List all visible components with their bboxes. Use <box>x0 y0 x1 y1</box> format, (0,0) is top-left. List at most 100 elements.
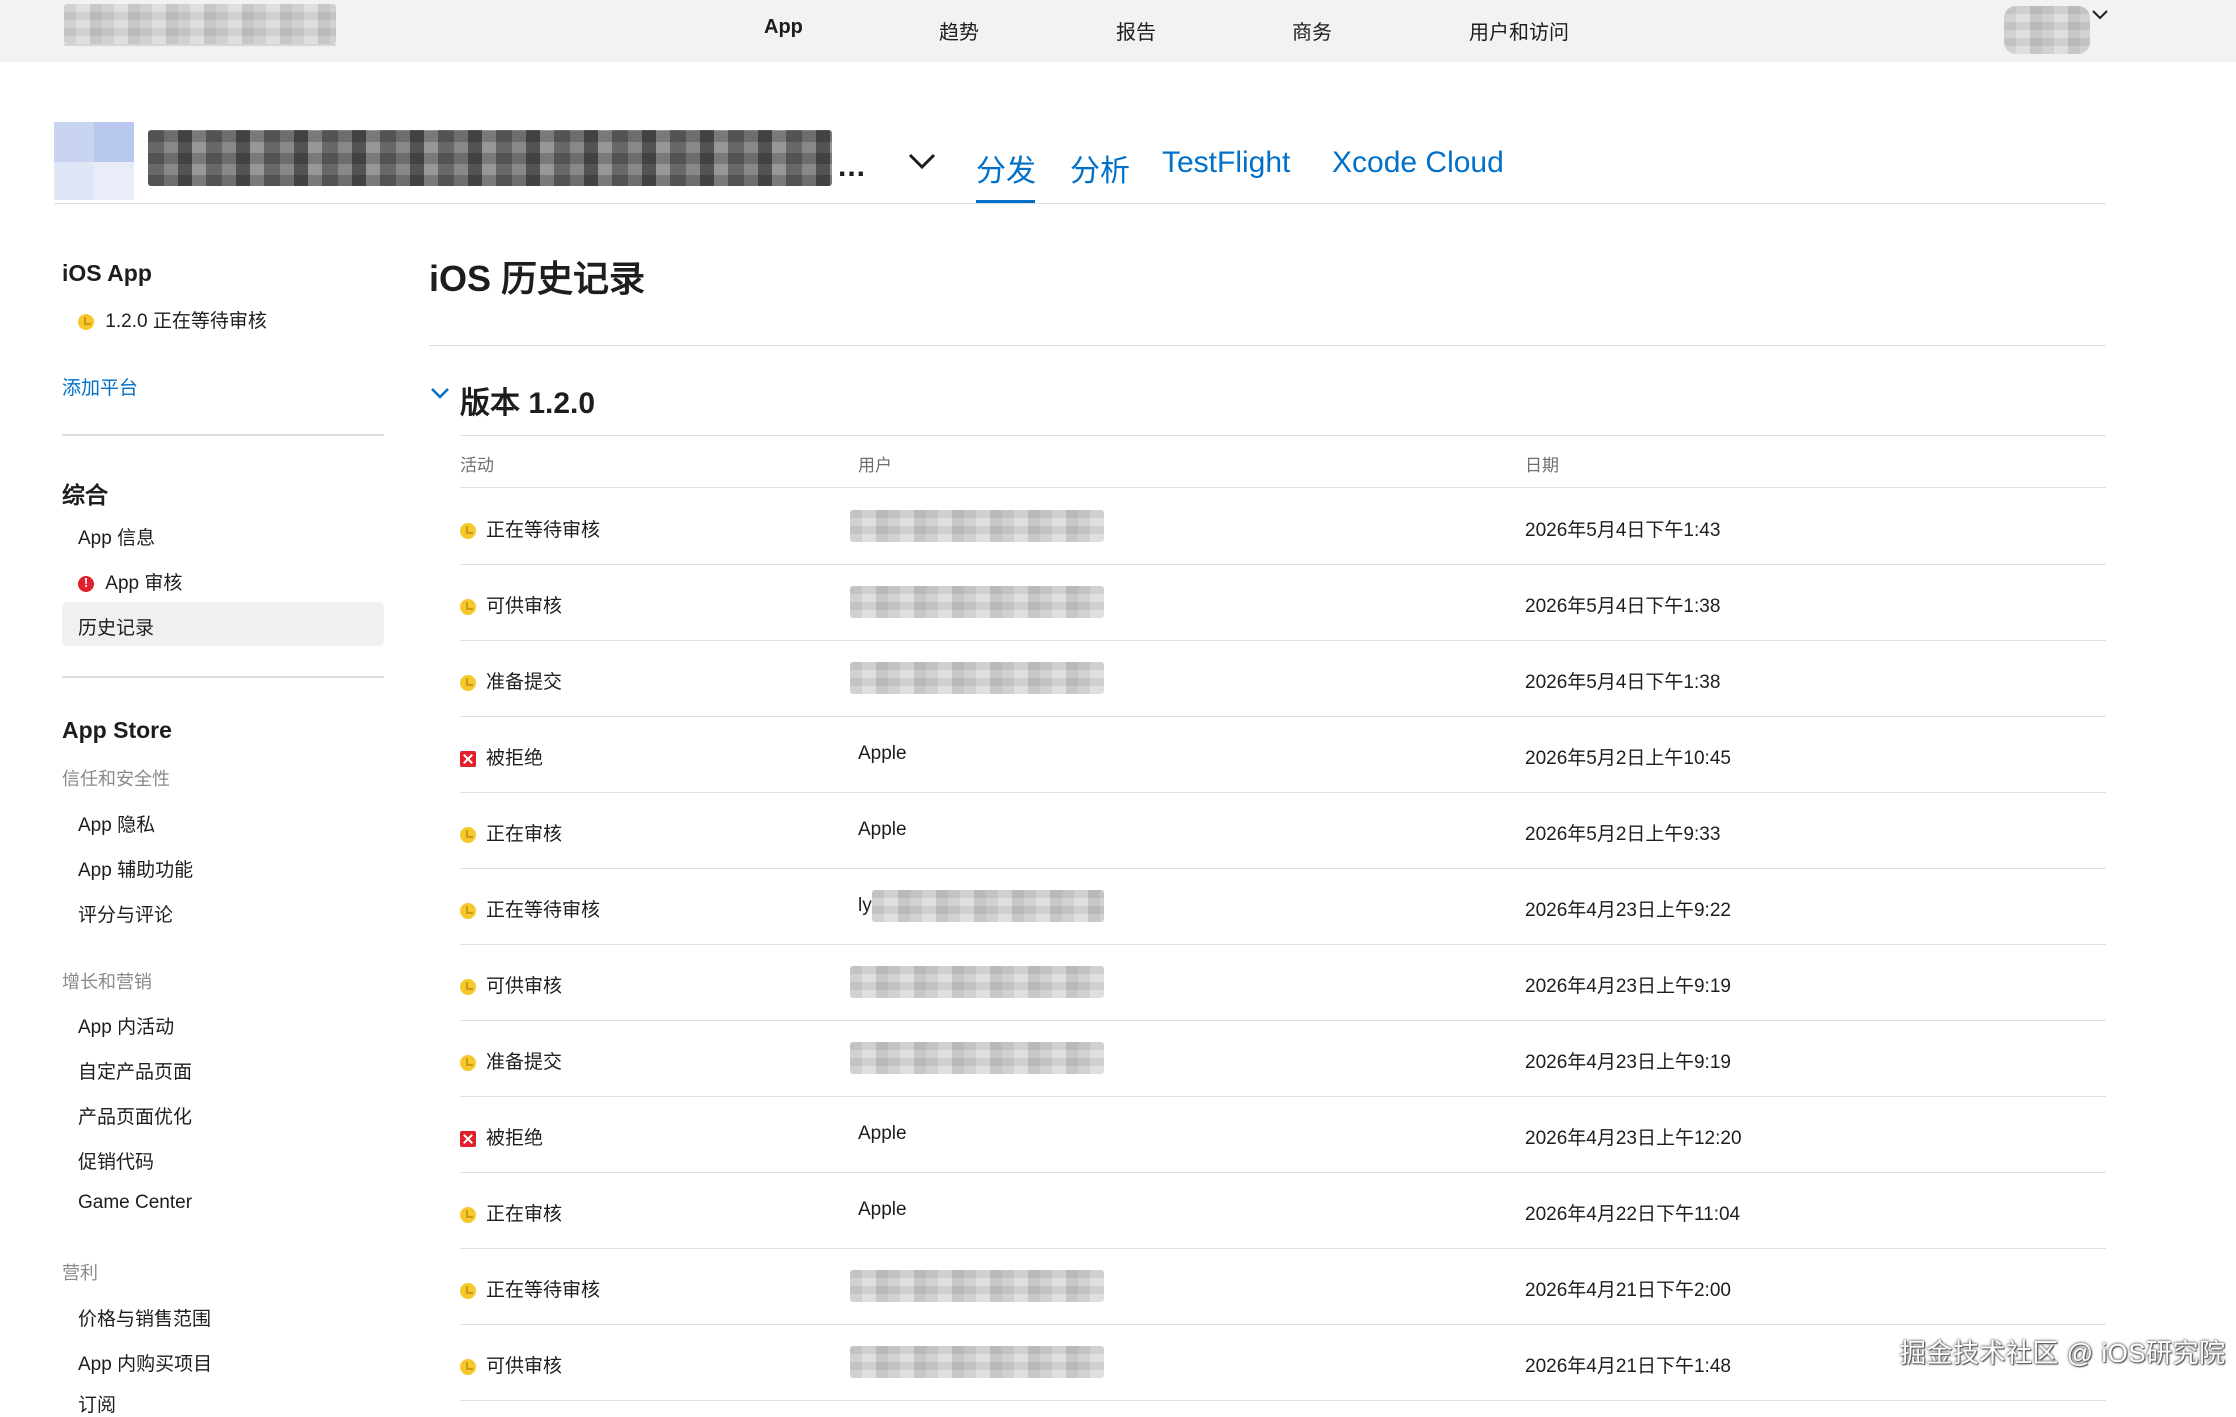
developer-logo[interactable] <box>64 4 336 44</box>
sidebar-item-app-info[interactable]: App 信息 <box>78 523 155 550</box>
sidebar-version-label: 1.2.0 正在等待审核 <box>105 311 267 332</box>
pending-clock-icon <box>78 313 94 330</box>
sidebar-item-subscriptions[interactable]: 订阅 <box>78 1390 116 1417</box>
sidebar-section-trust: 信任和安全性 <box>62 769 170 789</box>
user-cell: Apple <box>858 743 907 764</box>
tab-testflight[interactable]: TestFlight <box>1162 146 1290 180</box>
activity-cell: 被拒绝 <box>460 1123 543 1150</box>
activity-cell: 被拒绝 <box>460 743 543 770</box>
account-avatar[interactable] <box>2004 6 2090 54</box>
title-divider <box>429 345 2106 346</box>
date-cell: 2026年4月23日上午12:20 <box>1525 1128 1742 1149</box>
sidebar-item-custom-product-pages[interactable]: 自定产品页面 <box>78 1057 192 1084</box>
date-cell: 2026年5月4日下午1:38 <box>1525 672 1721 693</box>
app-name-ellipsis: ... <box>838 150 867 183</box>
table-row: 准备提交 2026年4月23日上午9:19 <box>460 1020 2106 1097</box>
table-row: 被拒绝 Apple 2026年5月2日上午10:45 <box>460 716 2106 793</box>
topnav-app[interactable]: App <box>764 16 803 39</box>
activity-label: 可供审核 <box>486 976 563 997</box>
pending-clock-icon <box>460 598 476 615</box>
pending-clock-icon <box>460 1358 476 1375</box>
date-cell: 2026年5月2日上午10:45 <box>1525 748 1731 769</box>
collapse-chevron-icon[interactable] <box>429 386 451 402</box>
topnav-reports[interactable]: 报告 <box>1116 16 1156 45</box>
chevron-down-icon[interactable] <box>2090 8 2110 22</box>
date-cell: 2026年5月4日下午1:38 <box>1525 596 1721 617</box>
sidebar-item-ratings[interactable]: 评分与评论 <box>78 900 173 927</box>
activity-label: 正在等待审核 <box>486 520 601 541</box>
activity-cell: 可供审核 <box>460 591 562 618</box>
activity-cell: 正在等待审核 <box>460 515 600 542</box>
date-cell: 2026年4月23日上午9:19 <box>1525 1052 1731 1073</box>
sidebar-item-app-review-label: App 审核 <box>105 573 183 594</box>
header-divider <box>54 203 2106 204</box>
pending-clock-icon <box>460 674 476 691</box>
activity-label: 正在等待审核 <box>486 900 601 921</box>
sidebar-general-title: 综合 <box>62 482 108 508</box>
activity-cell: 正在审核 <box>460 1199 562 1226</box>
table-row: 正在等待审核 2026年4月21日下午2:00 <box>460 1248 2106 1325</box>
sidebar-item-app-privacy[interactable]: App 隐私 <box>78 810 155 837</box>
activity-cell: 准备提交 <box>460 1047 562 1074</box>
topnav-users-access[interactable]: 用户和访问 <box>1469 16 1569 45</box>
column-header-activity: 活动 <box>460 456 494 475</box>
user-cell: Apple <box>858 1199 907 1220</box>
user-cell: Apple <box>858 1123 907 1144</box>
tab-xcode-cloud[interactable]: Xcode Cloud <box>1332 146 1504 180</box>
sidebar-item-product-page-optimization[interactable]: 产品页面优化 <box>78 1102 192 1129</box>
user-cell: ly <box>858 895 872 916</box>
activity-label: 可供审核 <box>486 1356 563 1377</box>
date-cell: 2026年4月23日上午9:19 <box>1525 976 1731 997</box>
sidebar-version-status[interactable]: 1.2.0 正在等待审核 <box>78 306 267 333</box>
sidebar-item-promo-codes[interactable]: 促销代码 <box>78 1147 154 1174</box>
topnav-business[interactable]: 商务 <box>1292 16 1332 45</box>
activity-cell: 可供审核 <box>460 971 562 998</box>
pending-clock-icon <box>460 1054 476 1071</box>
sidebar-ios-app-title: iOS App <box>62 260 152 286</box>
table-row: 可供审核 2026年4月21日下午1:48 <box>460 1324 2106 1401</box>
date-cell: 2026年4月21日下午1:48 <box>1525 1356 1731 1377</box>
table-row: 正在审核 Apple 2026年4月22日下午11:04 <box>460 1172 2106 1249</box>
activity-cell: 准备提交 <box>460 667 562 694</box>
pending-clock-icon <box>460 978 476 995</box>
date-cell: 2026年4月22日下午11:04 <box>1525 1204 1741 1225</box>
app-switcher-chevron-icon[interactable] <box>906 150 938 174</box>
pending-clock-icon <box>460 1282 476 1299</box>
sidebar-item-game-center[interactable]: Game Center <box>78 1192 192 1214</box>
sidebar-section-growth: 增长和营销 <box>62 972 152 992</box>
sidebar-item-in-app-events[interactable]: App 内活动 <box>78 1012 174 1039</box>
date-cell: 2026年4月21日下午2:00 <box>1525 1280 1731 1301</box>
column-header-date: 日期 <box>1525 456 1559 475</box>
activity-label: 可供审核 <box>486 596 563 617</box>
topnav-trends[interactable]: 趋势 <box>939 16 979 45</box>
page-title: iOS 历史记录 <box>429 258 646 299</box>
sidebar-item-pricing[interactable]: 价格与销售范围 <box>78 1304 211 1331</box>
date-cell: 2026年5月4日下午1:43 <box>1525 520 1721 541</box>
tab-analytics[interactable]: 分析 <box>1070 146 1130 190</box>
activity-label: 正在审核 <box>486 1204 563 1225</box>
user-redacted <box>850 966 1104 998</box>
activity-cell: 正在等待审核 <box>460 1275 600 1302</box>
user-redacted <box>850 1270 1104 1302</box>
alert-icon <box>78 575 94 592</box>
version-divider <box>460 435 2106 436</box>
table-row: 正在审核 Apple 2026年5月2日上午9:33 <box>460 792 2106 869</box>
column-header-user: 用户 <box>858 456 892 475</box>
tab-distribution[interactable]: 分发 <box>976 146 1036 190</box>
app-icon <box>54 122 134 200</box>
sidebar-item-accessibility[interactable]: App 辅助功能 <box>78 855 193 882</box>
sidebar-item-in-app-purchases[interactable]: App 内购买项目 <box>78 1349 212 1376</box>
activity-cell: 正在审核 <box>460 819 562 846</box>
user-redacted <box>850 586 1104 618</box>
table-row: 可供审核 2026年4月23日上午9:19 <box>460 944 2106 1021</box>
sidebar-item-app-review[interactable]: App 审核 <box>78 568 182 595</box>
user-redacted <box>850 1346 1104 1378</box>
user-cell: Apple <box>858 819 907 840</box>
rejected-icon <box>460 1130 476 1147</box>
sidebar-divider <box>62 676 384 678</box>
table-row: 正在等待审核 ly 2026年4月23日上午9:22 <box>460 868 2106 945</box>
version-section-title[interactable]: 版本 1.2.0 <box>460 378 595 422</box>
add-platform-link[interactable]: 添加平台 <box>62 373 138 400</box>
sidebar-item-history[interactable]: 历史记录 <box>78 613 154 640</box>
pending-clock-icon <box>460 1206 476 1223</box>
